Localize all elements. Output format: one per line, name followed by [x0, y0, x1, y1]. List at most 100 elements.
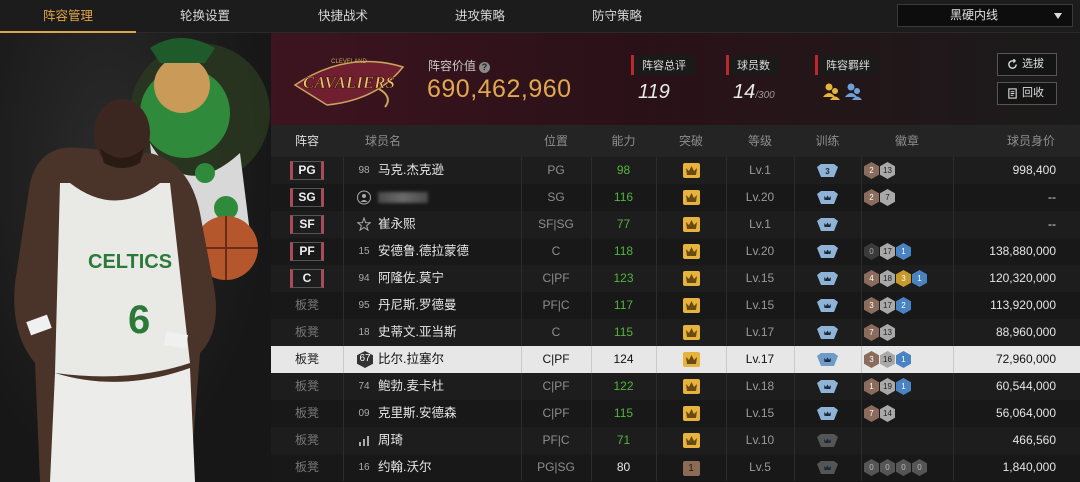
- player-name[interactable]: 约翰.沃尔: [378, 454, 431, 481]
- player-name[interactable]: 马克.杰克逊: [378, 157, 444, 184]
- training-icon[interactable]: 3: [817, 164, 838, 177]
- training-icon[interactable]: [817, 245, 838, 258]
- crown-icon[interactable]: [682, 379, 700, 394]
- training-icon[interactable]: [817, 299, 838, 312]
- badge-icon[interactable]: 17: [880, 297, 895, 314]
- column-header-player-value[interactable]: 球员身价: [991, 125, 1071, 157]
- training-icon[interactable]: [817, 407, 838, 420]
- crown-icon[interactable]: [682, 271, 700, 286]
- breakthrough-level-icon[interactable]: 1: [682, 461, 700, 476]
- crown-icon[interactable]: [682, 217, 700, 232]
- table-row[interactable]: 板凳 09 克里斯.安德森 C|PF 115 Lv.15 7 14 56,064,000: [271, 400, 1080, 427]
- crown-icon[interactable]: [682, 325, 700, 340]
- player-name[interactable]: 阿隆佐.莫宁: [378, 265, 444, 292]
- training-icon[interactable]: [817, 326, 838, 339]
- column-header-ability[interactable]: 能力: [591, 125, 656, 157]
- player-name[interactable]: 史蒂文.亚当斯: [378, 319, 456, 346]
- column-header-player-name[interactable]: 球员名: [353, 125, 413, 157]
- badge-icon[interactable]: 13: [880, 324, 895, 341]
- badge-icon[interactable]: 1: [896, 378, 911, 395]
- crown-icon[interactable]: [682, 163, 700, 178]
- player-name[interactable]: 安德鲁.德拉蒙德: [378, 238, 469, 265]
- table-row[interactable]: 板凳 95 丹尼斯.罗德曼 PF|C 117 Lv.15 3 17 2 113,920,000: [271, 292, 1080, 319]
- table-row[interactable]: PG 98 马克.杰克逊 PG 98 Lv.1 3 2 13 998,400: [271, 157, 1080, 184]
- divider: [343, 400, 344, 427]
- badge-icon[interactable]: 0: [864, 243, 879, 260]
- column-header-training[interactable]: 训练: [794, 125, 861, 157]
- badge-icon[interactable]: 16: [880, 351, 895, 368]
- training-icon[interactable]: [817, 461, 838, 474]
- crown-icon[interactable]: [682, 190, 700, 205]
- badge-icon[interactable]: 4: [864, 270, 879, 287]
- recycle-button[interactable]: 回收: [997, 82, 1057, 105]
- training-icon[interactable]: [817, 380, 838, 393]
- player-name[interactable]: 比尔.拉塞尔: [378, 346, 444, 373]
- bond-icons[interactable]: [815, 81, 879, 101]
- badge-icon[interactable]: 2: [896, 297, 911, 314]
- badge-icon[interactable]: 19: [880, 378, 895, 395]
- column-header-breakthrough[interactable]: 突破: [656, 125, 726, 157]
- column-header-lineup[interactable]: 阵容: [271, 125, 343, 157]
- badge-icon[interactable]: 3: [864, 297, 879, 314]
- training-icon[interactable]: [817, 353, 838, 366]
- tab-lineup-management[interactable]: 阵容管理: [0, 0, 136, 33]
- table-row[interactable]: SF 崔永熙 SF|SG 77 Lv.1 --: [271, 211, 1080, 238]
- tab-quick-tactics[interactable]: 快捷战术: [274, 0, 412, 33]
- badge-icon[interactable]: 0: [880, 459, 895, 476]
- crown-icon[interactable]: [682, 433, 700, 448]
- badge-icon[interactable]: 1: [896, 243, 911, 260]
- crown-icon[interactable]: [682, 406, 700, 421]
- column-header-level[interactable]: 等级: [726, 125, 794, 157]
- column-header-position[interactable]: 位置: [521, 125, 591, 157]
- badge-icon[interactable]: 2: [864, 162, 879, 179]
- badge-icon[interactable]: 18: [880, 270, 895, 287]
- badge-icon[interactable]: 7: [880, 189, 895, 206]
- player-name[interactable]: 丹尼斯.罗德曼: [378, 292, 456, 319]
- lineup-slot: PF: [271, 238, 343, 265]
- table-row[interactable]: C 94 阿隆佐.莫宁 C|PF 123 Lv.15 4 18 3 1 120,320,000: [271, 265, 1080, 292]
- badge-icon[interactable]: 13: [880, 162, 895, 179]
- badge-icon[interactable]: 0: [912, 459, 927, 476]
- training-icon[interactable]: [817, 434, 838, 447]
- table-row[interactable]: 板凳 74 鲍勃.麦卡杜 C|PF 122 Lv.18 1 19 1 60,544,000: [271, 373, 1080, 400]
- tab-rotation-settings[interactable]: 轮换设置: [136, 0, 274, 33]
- training-icon[interactable]: [817, 272, 838, 285]
- badge-icon[interactable]: 14: [880, 405, 895, 422]
- training-icon[interactable]: [817, 218, 838, 231]
- player-name[interactable]: 周琦: [378, 427, 403, 454]
- badge-icon[interactable]: 1: [912, 270, 927, 287]
- player-name[interactable]: 鲍勃.麦卡杜: [378, 373, 444, 400]
- player-name[interactable]: 崔永熙: [378, 211, 416, 238]
- table-row[interactable]: SG SG 116 Lv.20 2 7 --: [271, 184, 1080, 211]
- badge-icon[interactable]: 0: [896, 459, 911, 476]
- crown-icon[interactable]: [682, 244, 700, 259]
- badge-icon[interactable]: 3: [896, 270, 911, 287]
- badge-icon[interactable]: 3: [864, 351, 879, 368]
- player-name[interactable]: 克里斯.安德森: [378, 400, 456, 427]
- badge-icon[interactable]: 1: [864, 378, 879, 395]
- badge-icon[interactable]: 1: [896, 351, 911, 368]
- badge-icon[interactable]: 17: [880, 243, 895, 260]
- badge-icon[interactable]: 0: [864, 459, 879, 476]
- training-cell: [794, 211, 861, 238]
- table-row[interactable]: 板凳 周琦 PF|C 71 Lv.10 466,560: [271, 427, 1080, 454]
- tab-offense-strategy[interactable]: 进攻策略: [412, 0, 548, 33]
- crown-icon[interactable]: [682, 298, 700, 313]
- table-row[interactable]: 板凳 67 比尔.拉塞尔 C|PF 124 Lv.17 3 16 1 72,960,000: [271, 346, 1080, 373]
- table-row[interactable]: 板凳 16 约翰.沃尔 PG|SG 80 1 Lv.5 0 0 0 0 1,840,000: [271, 454, 1080, 481]
- help-icon[interactable]: ?: [479, 62, 491, 73]
- crown-icon[interactable]: [682, 352, 700, 367]
- badge-icon[interactable]: 7: [864, 405, 879, 422]
- tab-defense-strategy[interactable]: 防守策略: [548, 0, 686, 33]
- strategy-dropdown[interactable]: 黑硬内线: [897, 4, 1073, 27]
- breakthrough-cell: [656, 157, 726, 184]
- column-header-badges[interactable]: 徽章: [861, 125, 953, 157]
- training-cell: [794, 346, 861, 373]
- table-row[interactable]: PF 15 安德鲁.德拉蒙德 C 118 Lv.20 0 17 1 138,880,000: [271, 238, 1080, 265]
- pick-button[interactable]: 选拔: [997, 53, 1057, 76]
- training-icon[interactable]: [817, 191, 838, 204]
- lineup-value: 690,462,960: [427, 75, 572, 103]
- badge-icon[interactable]: 7: [864, 324, 879, 341]
- badge-icon[interactable]: 2: [864, 189, 879, 206]
- table-row[interactable]: 板凳 18 史蒂文.亚当斯 C 115 Lv.17 7 13 88,960,000: [271, 319, 1080, 346]
